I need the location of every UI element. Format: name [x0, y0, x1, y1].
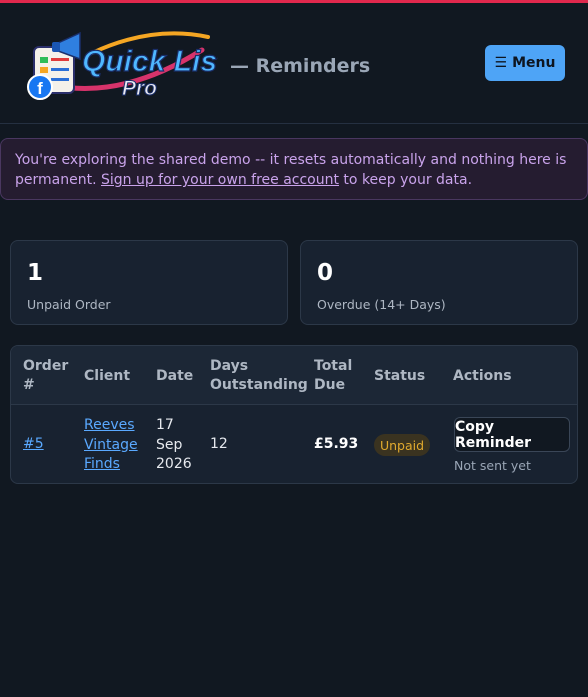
svg-text:f: f: [37, 79, 43, 98]
header-order-line1: Order: [23, 358, 69, 374]
demo-banner: You're exploring the shared demo -- it r…: [0, 138, 588, 200]
header-date: Date: [156, 368, 194, 384]
header-total-line2: Due: [314, 377, 346, 393]
header-actions: Actions: [453, 368, 512, 384]
client-link-line3[interactable]: Finds: [84, 455, 138, 475]
stat-label-overdue: Overdue (14+ Days): [317, 297, 446, 312]
client-link-line1[interactable]: Reeves: [84, 416, 138, 436]
logo-text-top: Quick List: [82, 45, 218, 78]
header-days-line1: Days: [210, 358, 249, 374]
header-days-outstanding: Days Outstanding: [210, 357, 308, 395]
banner-text-after: to keep your data.: [338, 172, 473, 188]
status-badge: Unpaid: [374, 434, 430, 456]
days-outstanding-cell: 12: [210, 436, 228, 452]
header-days-line2: Outstanding: [210, 377, 308, 393]
stat-card-overdue: 0 Overdue (14+ Days): [300, 240, 578, 325]
copy-reminder-button[interactable]: Copy Reminder: [454, 417, 570, 452]
client-link[interactable]: Reeves Vintage Finds: [84, 416, 138, 475]
header-status: Status: [374, 368, 426, 384]
date-month: Sep: [156, 436, 183, 453]
signup-link[interactable]: Sign up for your own free account: [101, 172, 339, 188]
date-year: 2026: [156, 456, 192, 472]
header-client: Client: [84, 368, 131, 384]
date-cell: 17 Sep 2026: [156, 416, 192, 475]
table-header: Order # Client Date Days Outstanding Tot…: [11, 346, 577, 405]
total-due-cell: £5.93: [314, 436, 359, 452]
header-order-line2: #: [23, 377, 35, 393]
page-title: — Reminders: [230, 55, 371, 77]
header-order: Order #: [23, 357, 68, 395]
menu-button[interactable]: ☰ Menu: [485, 45, 565, 81]
reminders-table: Order # Client Date Days Outstanding Tot…: [10, 345, 578, 484]
quicklist-pro-logo[interactable]: f Quick List Pro: [22, 25, 218, 103]
order-link[interactable]: #5: [23, 435, 44, 455]
stat-value-overdue: 0: [317, 260, 334, 286]
stat-value-unpaid: 1: [27, 260, 44, 286]
client-link-line2[interactable]: Vintage: [84, 436, 138, 456]
header-total-line1: Total: [314, 358, 353, 374]
date-day: 17: [156, 417, 174, 433]
hamburger-icon: ☰: [494, 55, 508, 71]
stat-card-unpaid: 1 Unpaid Order: [10, 240, 288, 325]
menu-button-label: Menu: [512, 55, 556, 71]
stat-label-unpaid: Unpaid Order: [27, 297, 111, 312]
reminder-status-note: Not sent yet: [454, 458, 531, 473]
page-header: f Quick List Pro — Reminders ☰ Menu: [0, 3, 588, 124]
logo-text-bottom: Pro: [122, 77, 157, 100]
header-total-due: Total Due: [314, 357, 352, 395]
